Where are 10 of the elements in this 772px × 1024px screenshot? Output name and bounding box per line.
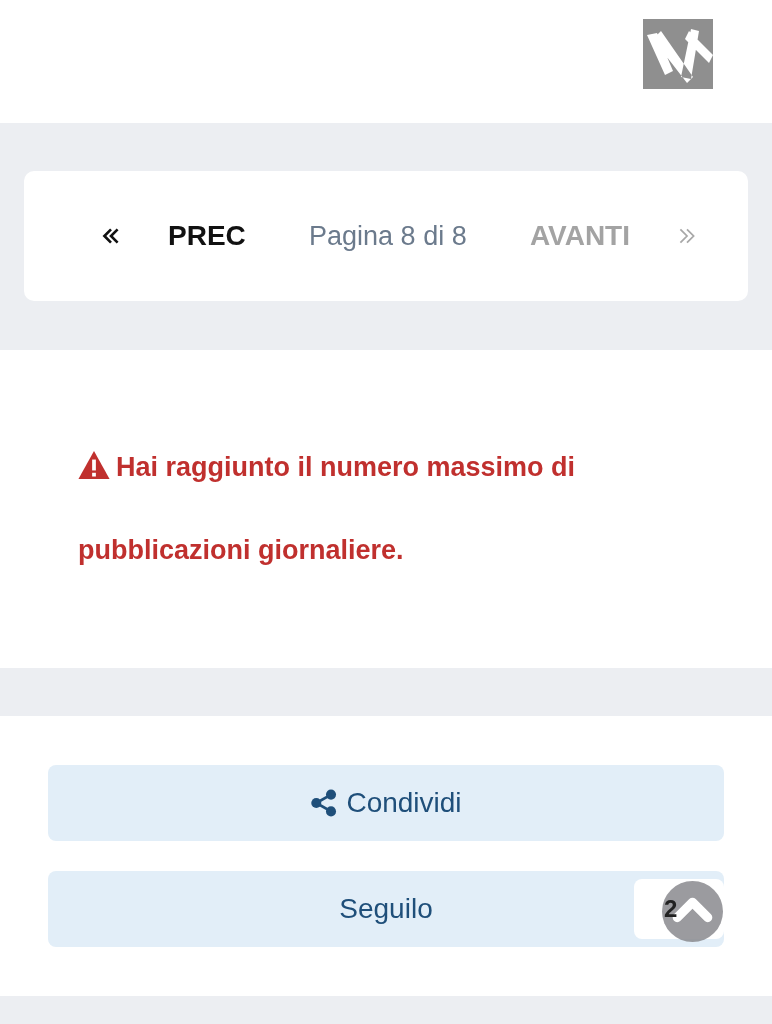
warning-icon (78, 451, 110, 479)
share-icon (310, 789, 339, 817)
share-button[interactable]: Condividi (48, 765, 724, 841)
page-info: Pagina 8 di 8 (309, 220, 467, 252)
follower-count: 2 (664, 895, 678, 923)
follow-button[interactable]: Seguilo 2 (48, 871, 724, 947)
error-message: Hai raggiunto il numero massimo di pubblicazioni giornaliere. (78, 450, 577, 567)
scroll-to-top-icon[interactable] (662, 881, 723, 942)
previous-button[interactable]: PREC (168, 220, 246, 252)
logo-icon[interactable] (643, 18, 713, 89)
